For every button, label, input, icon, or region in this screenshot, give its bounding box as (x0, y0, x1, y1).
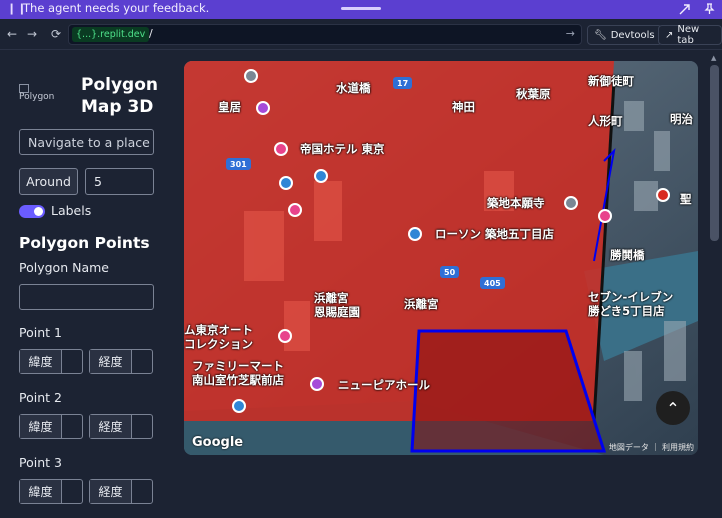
point-1-lat-input[interactable]: 緯度 (19, 349, 83, 374)
address-field[interactable]: {...}.replit.dev / → (68, 24, 582, 45)
devtools-label: Devtools (610, 29, 655, 41)
map-label: 築地本願寺 (487, 196, 545, 210)
banner-message: The agent needs your feedback. (23, 1, 210, 15)
map-label: 帝国ホテル 東京 (300, 142, 385, 156)
map-label: 新御徒町 (588, 74, 634, 88)
route-badge: 17 (393, 77, 413, 89)
new-tab-label: New tab (677, 24, 700, 46)
route-badge: 50 (440, 266, 460, 278)
lat-tag: 緯度 (20, 350, 62, 373)
map-attribution[interactable]: 地図データ ｜ 利用規約 (609, 442, 694, 453)
url-bar: ← → ⟳ {...}.replit.dev / → 🔧︎ Devtools ↗ N… (0, 19, 722, 50)
lng-tag: 経度 (90, 350, 132, 373)
map-label: 人形町 (588, 114, 623, 128)
map-label: 浜離宮 恩賜庭園 (314, 291, 360, 319)
poi-pin[interactable] (656, 188, 670, 202)
scroll-up-icon[interactable]: ▲ (711, 54, 716, 62)
point-1-lng-input[interactable]: 経度 (89, 349, 153, 374)
poi-pin[interactable] (274, 142, 288, 156)
map-label: 皇居 (218, 100, 241, 114)
place-search-input[interactable]: Navigate to a place (19, 129, 154, 155)
map-label: 水道橋 (336, 81, 371, 95)
logo-image: Polygon (19, 84, 65, 106)
external-link-icon: ↗ (665, 29, 674, 41)
expand-icon[interactable] (676, 1, 692, 17)
chevron-up-icon[interactable]: ⌃ (656, 391, 690, 425)
point-3-lat-input[interactable]: 緯度 (19, 479, 83, 504)
map-label: 秋葉原 (516, 87, 551, 101)
logo-alt-text: Polygon (19, 92, 55, 102)
forward-icon[interactable]: → (24, 26, 40, 42)
poi-pin[interactable] (408, 227, 422, 241)
point-3-lng-input[interactable]: 経度 (89, 479, 153, 504)
drag-handle[interactable] (341, 7, 381, 10)
poi-pin[interactable] (598, 209, 612, 223)
map-3d[interactable]: 301 17 50 405 皇居 水道橋 神田 秋葉原 新御徒町 人形町 明治 … (184, 61, 698, 455)
route-badge: 405 (480, 277, 505, 289)
go-arrow-icon[interactable]: → (566, 27, 575, 40)
page-scrollbar[interactable]: ▲ (708, 51, 722, 518)
poi-pin[interactable] (310, 377, 324, 391)
map-label: ローソン 築地五丁目店 (435, 227, 555, 241)
pin-icon[interactable] (701, 1, 717, 17)
map-label: 神田 (452, 100, 475, 114)
polygon-points-heading: Polygon Points (19, 234, 150, 252)
map-label: 浜離宮 (404, 297, 439, 311)
point-2-lat-input[interactable]: 緯度 (19, 414, 83, 439)
feedback-banner: ❙❙ The agent needs your feedback. (0, 0, 722, 19)
scrollbar-thumb[interactable] (710, 65, 719, 241)
point-1-label: Point 1 (19, 325, 62, 340)
reload-icon[interactable]: ⟳ (48, 26, 64, 42)
lng-tag: 経度 (90, 480, 132, 503)
poi-pin[interactable] (314, 169, 328, 183)
devtools-button[interactable]: 🔧︎ Devtools (587, 25, 662, 45)
map-label: ム東京オート コレクション (184, 323, 253, 351)
toggle-knob (34, 207, 43, 216)
polygon-name-label: Polygon Name (19, 260, 109, 275)
map-label: 勝鬨橋 (610, 248, 645, 262)
lat-tag: 緯度 (20, 480, 62, 503)
point-2-label: Point 2 (19, 390, 62, 405)
url-path[interactable]: / (149, 27, 153, 40)
poi-pin[interactable] (244, 69, 258, 83)
back-icon[interactable]: ← (4, 26, 20, 42)
poi-pin[interactable] (288, 203, 302, 217)
google-logo: Google (192, 435, 244, 450)
map-label: 明治 (670, 112, 693, 126)
poi-pin[interactable] (279, 176, 293, 190)
map-label: 聖 (680, 192, 692, 206)
map-label: セブン-イレブン 勝どき5丁目店 (588, 290, 674, 318)
wrench-icon: 🔧︎ (594, 29, 607, 41)
point-2-lng-input[interactable]: 経度 (89, 414, 153, 439)
poi-pin[interactable] (278, 329, 292, 343)
lng-tag: 経度 (90, 415, 132, 438)
poi-pin[interactable] (256, 101, 270, 115)
poi-pin[interactable] (232, 399, 246, 413)
domain-pill: {...}.replit.dev (72, 27, 150, 42)
labels-toggle[interactable] (19, 205, 45, 218)
around-input[interactable]: 5 (85, 168, 154, 195)
new-tab-button[interactable]: ↗ New tab (658, 24, 722, 46)
route-badge: 301 (226, 158, 251, 170)
point-3-label: Point 3 (19, 455, 62, 470)
page-title: Polygon Map 3D (81, 75, 158, 117)
poi-pin[interactable] (564, 196, 578, 210)
map-label: ニューピアホール (338, 378, 430, 392)
labels-toggle-label: Labels (51, 203, 92, 218)
lat-tag: 緯度 (20, 415, 62, 438)
map-label: ファミリーマート 南山室竹芝駅前店 (192, 359, 284, 387)
around-button[interactable]: Around (19, 168, 78, 195)
polygon-name-input[interactable] (19, 284, 154, 310)
